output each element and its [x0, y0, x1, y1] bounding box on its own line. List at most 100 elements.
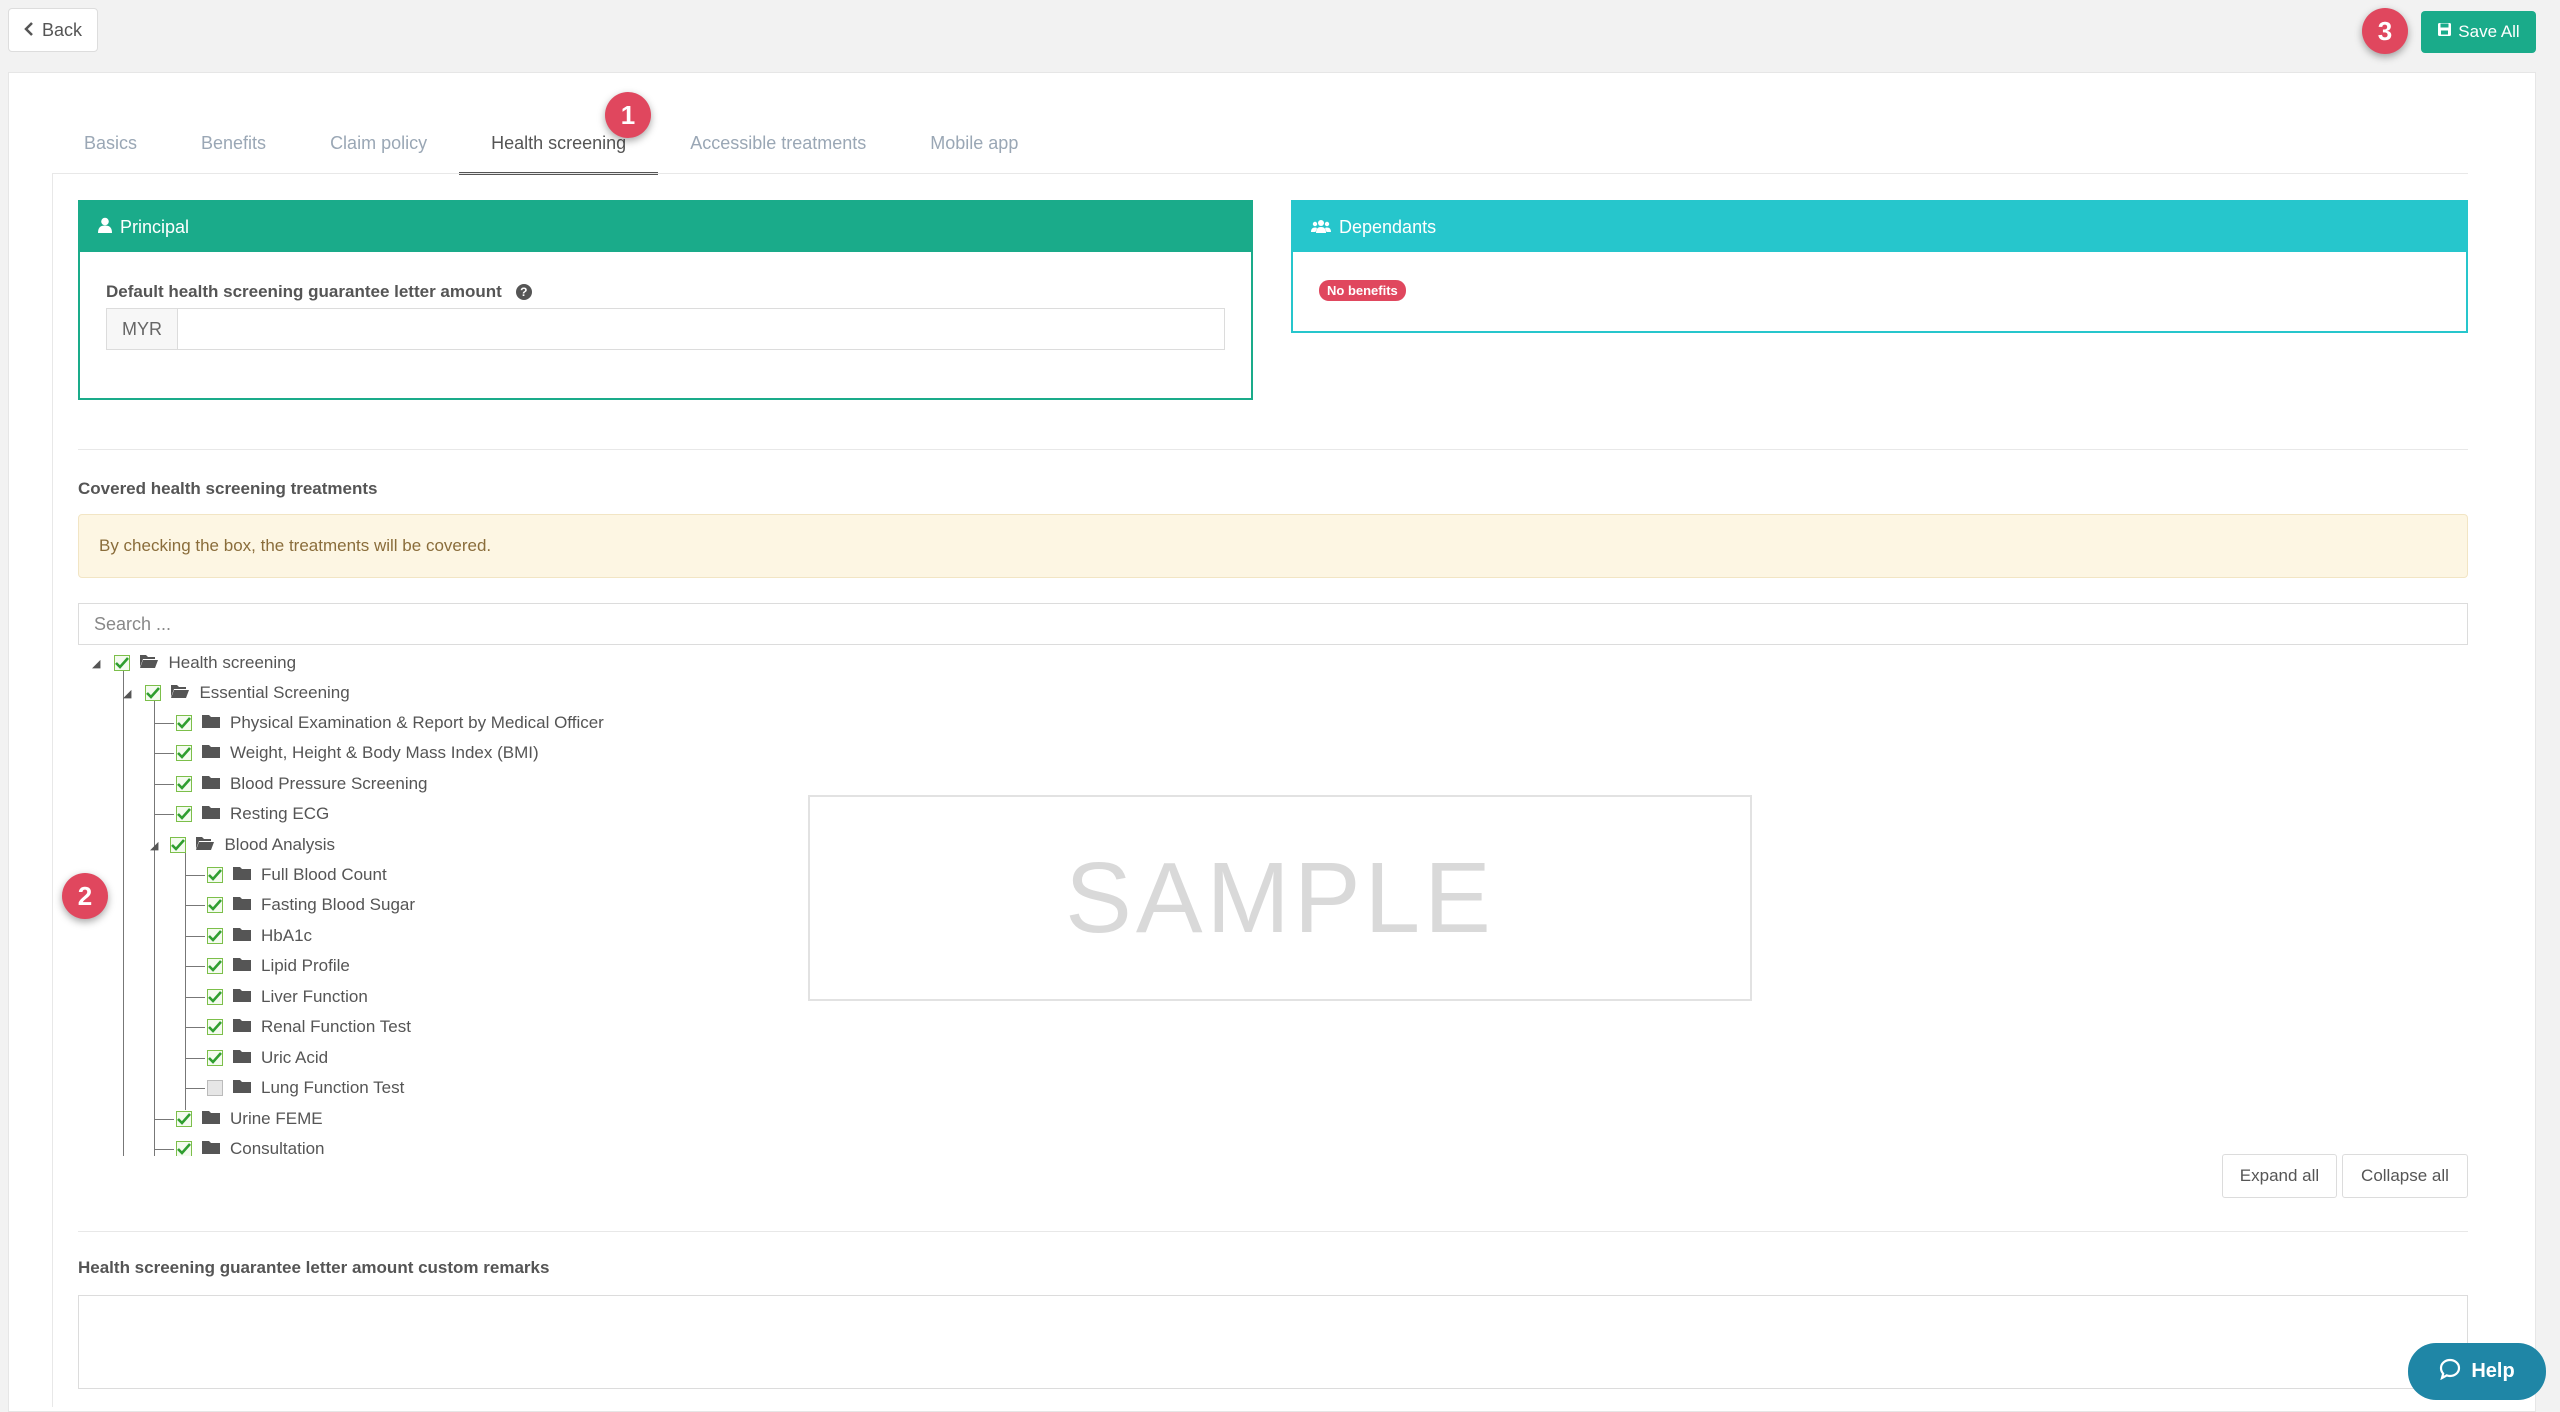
user-icon [98, 217, 112, 238]
tree-node[interactable]: Lipid Profile [207, 951, 350, 981]
tree-connector [154, 690, 155, 1156]
save-all-button[interactable]: Save All [2421, 11, 2536, 53]
tree-checkbox[interactable] [207, 1019, 223, 1035]
tree-node-label: Fasting Blood Sugar [261, 895, 416, 914]
folder-icon [202, 804, 220, 824]
tree-node[interactable]: Full Blood Count [207, 860, 387, 890]
tree-node[interactable]: Fasting Blood Sugar [207, 890, 415, 920]
tab-basics[interactable]: Basics [52, 114, 169, 172]
tree-node-label: Blood Pressure Screening [230, 774, 428, 793]
folder-icon [202, 774, 220, 794]
tree-checkbox[interactable] [145, 685, 162, 701]
tree-connector [185, 842, 186, 1110]
tree-node-label: Weight, Height & Body Mass Index (BMI) [230, 743, 539, 762]
gl-amount-input-group: MYR [106, 308, 1225, 350]
custom-remarks-textarea[interactable] [78, 1295, 2468, 1389]
tree-checkbox[interactable] [207, 1050, 223, 1066]
gl-amount-label-text: Default health screening guarantee lette… [106, 282, 502, 301]
custom-remarks-title: Health screening guarantee letter amount… [78, 1258, 550, 1277]
tree-checkbox[interactable] [207, 1080, 223, 1096]
folder-icon [233, 1048, 251, 1068]
tree-node[interactable]: ◢ Blood Analysis [150, 830, 335, 860]
tab-claim-policy[interactable]: Claim policy [298, 114, 459, 172]
tree-node[interactable]: ◢ Essential Screening [123, 678, 350, 708]
tree-checkbox[interactable] [207, 958, 223, 974]
tab-accessible-treatments[interactable]: Accessible treatments [658, 114, 898, 172]
folder-open-icon [171, 683, 190, 703]
back-button[interactable]: Back [8, 8, 98, 52]
chevron-left-icon [24, 20, 34, 41]
principal-panel: Principal Default health screening guara… [78, 200, 1253, 400]
tree-node[interactable]: Physical Examination & Report by Medical… [176, 708, 604, 738]
tree-checkbox[interactable] [176, 1111, 192, 1127]
users-icon [1311, 217, 1331, 238]
tree-node-label: Lung Function Test [261, 1078, 405, 1097]
tree-checkbox[interactable] [207, 989, 223, 1005]
dependants-panel: Dependants No benefits [1291, 200, 2468, 333]
question-circle-icon[interactable]: ? [515, 284, 532, 300]
section-divider [78, 1231, 2468, 1232]
tree-checkbox[interactable] [176, 806, 192, 822]
tree-checkbox[interactable] [207, 928, 223, 944]
tree-node[interactable]: Urine FEME [176, 1104, 323, 1134]
tree-node[interactable]: Liver Function [207, 982, 368, 1012]
tree-checkbox[interactable] [176, 715, 192, 731]
tree-node[interactable]: Consultation [176, 1134, 325, 1156]
tree-node[interactable]: HbA1c [207, 921, 312, 951]
folder-icon [202, 713, 220, 733]
tree-node[interactable]: Blood Pressure Screening [176, 769, 428, 799]
folder-icon [202, 743, 220, 763]
tree-node[interactable]: ◢ Health screening [92, 648, 296, 678]
folder-icon [202, 1139, 220, 1156]
gl-amount-input[interactable] [178, 309, 1224, 349]
sample-watermark: SAMPLE [808, 795, 1752, 1001]
tree-node[interactable]: Lung Function Test [207, 1073, 404, 1103]
tree-node[interactable]: Weight, Height & Body Mass Index (BMI) [176, 738, 539, 768]
tree-node-label: Consultation [230, 1139, 325, 1156]
tree-node-label: Resting ECG [230, 804, 330, 823]
tree-node-label: Full Blood Count [261, 865, 387, 884]
collapse-caret-icon[interactable]: ◢ [92, 657, 100, 670]
tree-checkbox[interactable] [207, 867, 223, 883]
dependants-title: Dependants [1339, 216, 1437, 237]
folder-open-icon [140, 653, 159, 673]
covered-treatments-title: Covered health screening treatments [78, 479, 378, 498]
floppy-disk-icon [2437, 22, 2452, 42]
expand-all-button[interactable]: Expand all [2222, 1154, 2337, 1198]
tab-mobile-app[interactable]: Mobile app [898, 114, 1050, 172]
tree-node-label: Urine FEME [230, 1109, 323, 1128]
tree-checkbox[interactable] [114, 655, 131, 671]
tree-node[interactable]: Renal Function Test [207, 1012, 411, 1042]
back-label: Back [41, 19, 83, 40]
tree-node-label: Health screening [168, 653, 297, 672]
treatment-search-input[interactable] [78, 603, 2468, 645]
tree-checkbox[interactable] [170, 837, 187, 853]
folder-icon [233, 987, 251, 1007]
help-button[interactable]: Help [2408, 1343, 2546, 1400]
tree-node-label: Lipid Profile [261, 956, 350, 975]
tree-checkbox[interactable] [176, 1141, 192, 1156]
help-label: Help [2471, 1360, 2515, 1382]
tab-benefits[interactable]: Benefits [169, 114, 298, 172]
tree-checkbox[interactable] [176, 745, 192, 761]
tree-node-label: HbA1c [261, 926, 313, 945]
step-marker-2: 2 [62, 873, 108, 919]
step-marker-1: 1 [605, 92, 651, 138]
collapse-all-button[interactable]: Collapse all [2342, 1154, 2468, 1198]
tree-node-label: Liver Function [261, 987, 368, 1006]
tree-checkbox[interactable] [176, 776, 192, 792]
tree-node[interactable]: Uric Acid [207, 1043, 328, 1073]
no-benefits-badge: No benefits [1319, 280, 1406, 301]
collapse-caret-icon[interactable]: ◢ [123, 687, 131, 700]
principal-panel-header: Principal [80, 202, 1251, 252]
folder-open-icon [196, 835, 215, 855]
tree-node[interactable]: Resting ECG [176, 799, 329, 829]
step-marker-3: 3 [2362, 8, 2408, 54]
chat-bubble-icon [2439, 1358, 2461, 1386]
collapse-caret-icon[interactable]: ◢ [150, 839, 158, 852]
folder-icon [233, 895, 251, 915]
tree-checkbox[interactable] [207, 897, 223, 913]
save-all-label: Save All [2458, 22, 2520, 41]
tree-node-label: Physical Examination & Report by Medical… [230, 713, 604, 732]
folder-icon [233, 1078, 251, 1098]
